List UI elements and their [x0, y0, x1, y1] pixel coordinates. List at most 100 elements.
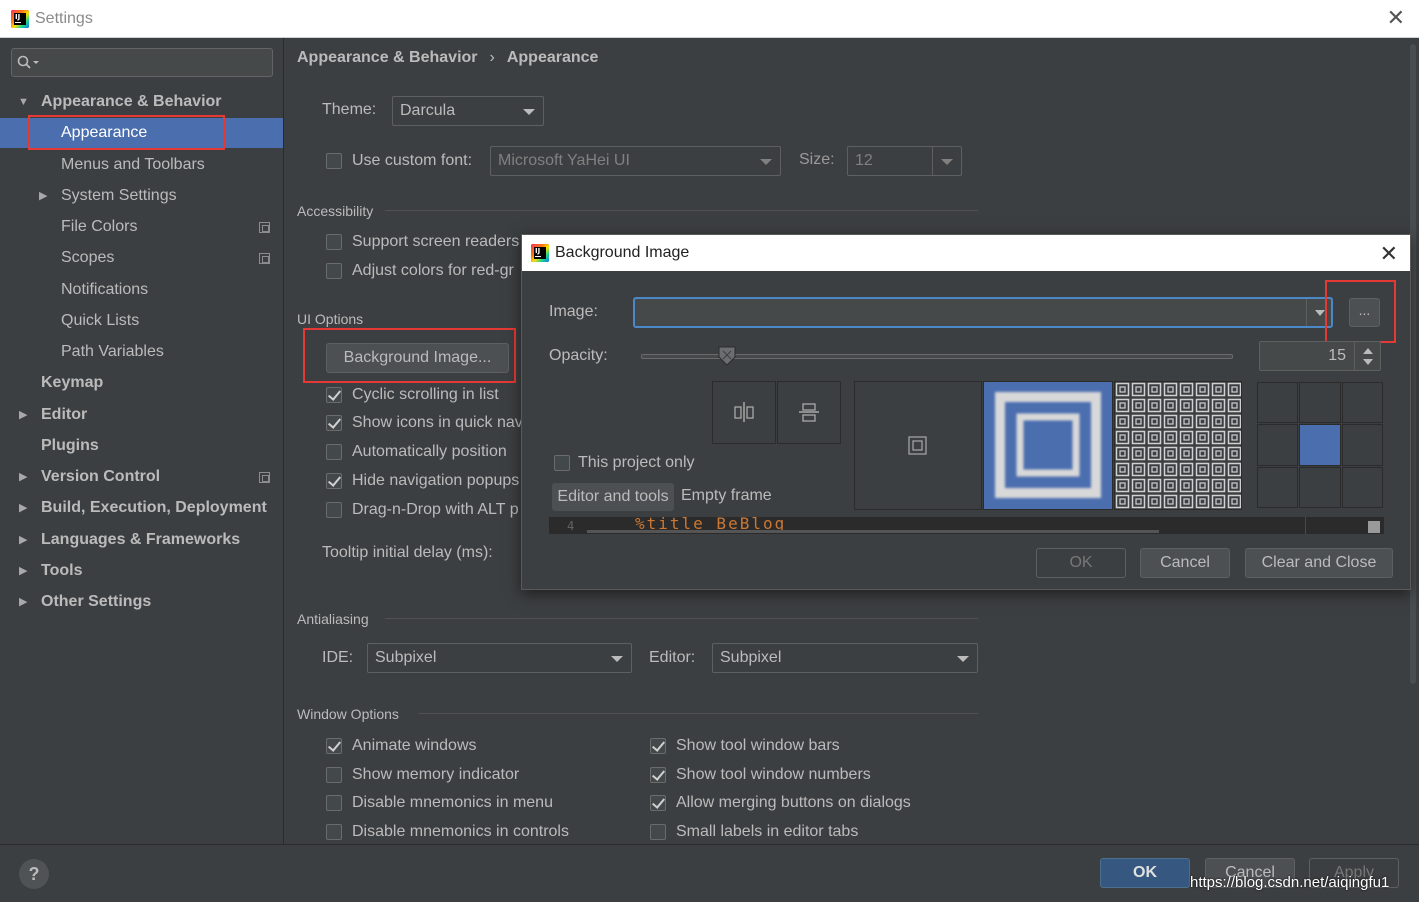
sidebar-item-tools[interactable]: ▶ Tools	[0, 556, 283, 586]
checkbox-box	[326, 767, 342, 783]
chevron-right-icon: ▶	[19, 409, 28, 421]
sidebar-item-editor[interactable]: ▶ Editor	[0, 400, 283, 430]
ide-antialiasing-select[interactable]: Subpixel	[367, 643, 632, 673]
checkbox-box	[326, 738, 342, 754]
checkbox-box	[650, 767, 666, 783]
divider	[418, 713, 978, 714]
theme-select[interactable]: Darcula	[392, 96, 544, 126]
breadcrumb: Appearance & Behavior › Appearance	[297, 49, 598, 67]
chevron-down-icon	[1315, 310, 1325, 316]
anchor-center[interactable]	[1299, 424, 1341, 466]
scale-square-icon	[995, 392, 1101, 498]
background-image-button[interactable]: Background Image...	[326, 343, 509, 373]
divider	[385, 210, 978, 211]
dialog-title: Background Image	[555, 244, 690, 261]
checkbox-box	[326, 234, 342, 250]
antialiasing-title: Antialiasing	[297, 611, 369, 627]
dialog-ok-button[interactable]: OK	[1036, 548, 1126, 578]
sidebar-item-file-colors[interactable]: File Colors	[0, 212, 283, 242]
anchor-middle-left[interactable]	[1257, 424, 1298, 466]
chevron-down-icon	[957, 656, 969, 662]
align-center-horizontal-button[interactable]	[712, 381, 776, 444]
sidebar-item-path-variables[interactable]: Path Variables	[0, 337, 283, 367]
anchor-bottom-left[interactable]	[1257, 467, 1298, 508]
sidebar-item-appearance-behavior[interactable]: ▼ Appearance & Behavior	[0, 87, 283, 117]
window-title-bar: IJ Settings ✕	[0, 0, 1419, 38]
sidebar-item-keymap[interactable]: Keymap	[0, 368, 283, 398]
preview-scrollbar	[587, 530, 1159, 533]
image-path-input[interactable]	[633, 297, 1333, 328]
preview-line-number: 4	[567, 519, 575, 533]
hide-nav-popups-label: Hide navigation popups	[352, 472, 520, 489]
fill-scale-option[interactable]	[983, 381, 1113, 510]
sidebar-item-menus-toolbars[interactable]: Menus and Toolbars	[0, 150, 283, 180]
close-icon[interactable]: ✕	[1380, 241, 1398, 267]
editor-antialiasing-select[interactable]: Subpixel	[712, 643, 978, 673]
clear-and-close-button[interactable]: Clear and Close	[1245, 548, 1393, 578]
chevron-down-icon	[941, 159, 953, 165]
close-icon[interactable]: ✕	[1387, 7, 1405, 29]
disable-mnemonics-menu-label: Disable mnemonics in menu	[352, 794, 553, 811]
opacity-spinner[interactable]: 15	[1259, 341, 1381, 371]
editor-antialiasing-value: Subpixel	[720, 649, 782, 666]
browse-button[interactable]: ...	[1349, 298, 1380, 327]
font-value: Microsoft YaHei UI	[498, 152, 630, 169]
arrow-up-icon[interactable]	[1363, 348, 1373, 354]
sidebar-item-scopes[interactable]: Scopes	[0, 243, 283, 273]
breadcrumb-first[interactable]: Appearance & Behavior	[297, 49, 478, 66]
animate-windows-label: Animate windows	[352, 737, 477, 754]
sidebar-item-appearance[interactable]: Appearance	[0, 118, 283, 148]
anchor-bottom-center[interactable]	[1299, 467, 1341, 508]
arrow-down-icon[interactable]	[1363, 359, 1373, 365]
align-center-vertical-button[interactable]	[777, 381, 841, 444]
anchor-bottom-right[interactable]	[1342, 467, 1383, 508]
project-scope-icon	[259, 253, 270, 264]
project-scope-icon	[259, 472, 270, 483]
font-size-select[interactable]: 12	[847, 146, 962, 176]
checkbox-box	[650, 824, 666, 840]
sidebar-item-system-settings[interactable]: ▶ System Settings	[0, 181, 283, 211]
checkbox-box	[554, 455, 570, 471]
help-icon[interactable]: ?	[19, 859, 49, 889]
tab-empty-frame[interactable]: Empty frame	[681, 487, 772, 505]
ok-button[interactable]: OK	[1100, 858, 1190, 888]
window-title: Settings	[35, 10, 93, 27]
anchor-top-right[interactable]	[1342, 382, 1383, 423]
checkbox-box	[326, 387, 342, 403]
intellij-app-icon: IJ	[11, 10, 29, 28]
editor-preview: 4 %title BeBlog	[549, 517, 1384, 534]
search-icon	[17, 55, 39, 69]
checkbox-box	[650, 795, 666, 811]
background-image-dialog: IJ Background Image ✕ Image: ... Opacity…	[521, 234, 1411, 590]
preview-gutter	[1305, 517, 1306, 534]
chevron-right-icon: ▶	[19, 471, 28, 483]
tab-editor-and-tools[interactable]: Editor and tools	[552, 483, 674, 511]
opacity-slider-thumb[interactable]	[718, 346, 736, 366]
small-labels-label: Small labels in editor tabs	[676, 823, 859, 840]
checkbox-box	[326, 415, 342, 431]
sidebar-item-quick-lists[interactable]: Quick Lists	[0, 306, 283, 336]
anchor-top-left[interactable]	[1257, 382, 1298, 423]
fill-tile-option[interactable]	[1114, 381, 1242, 510]
drag-n-drop-label: Drag-n-Drop with ALT p	[352, 501, 519, 518]
dialog-cancel-button[interactable]: Cancel	[1140, 548, 1230, 578]
sidebar-item-version-control[interactable]: ▶ Version Control	[0, 462, 283, 492]
chevron-right-icon: ▶	[19, 502, 28, 514]
combo-divider	[1306, 299, 1307, 326]
checkbox-box	[326, 502, 342, 518]
sidebar-item-build-execution-deployment[interactable]: ▶ Build, Execution, Deployment	[0, 493, 283, 523]
breadcrumb-second: Appearance	[506, 49, 599, 66]
anchor-top-center[interactable]	[1299, 382, 1341, 423]
merging-buttons-label: Allow merging buttons on dialogs	[676, 794, 911, 811]
fill-plain-option[interactable]	[854, 381, 982, 510]
sidebar-item-notifications[interactable]: Notifications	[0, 275, 283, 305]
checkbox-box	[326, 473, 342, 489]
settings-search-input[interactable]	[11, 48, 273, 77]
font-select[interactable]: Microsoft YaHei UI	[490, 146, 781, 176]
use-custom-font-label: Use custom font:	[352, 152, 473, 169]
sidebar-item-languages-frameworks[interactable]: ▶ Languages & Frameworks	[0, 525, 283, 555]
sidebar-item-plugins[interactable]: Plugins	[0, 431, 283, 461]
adjust-colors-label: Adjust colors for red-gr	[352, 262, 514, 279]
anchor-middle-right[interactable]	[1342, 424, 1383, 466]
sidebar-item-other-settings[interactable]: ▶ Other Settings	[0, 587, 283, 617]
